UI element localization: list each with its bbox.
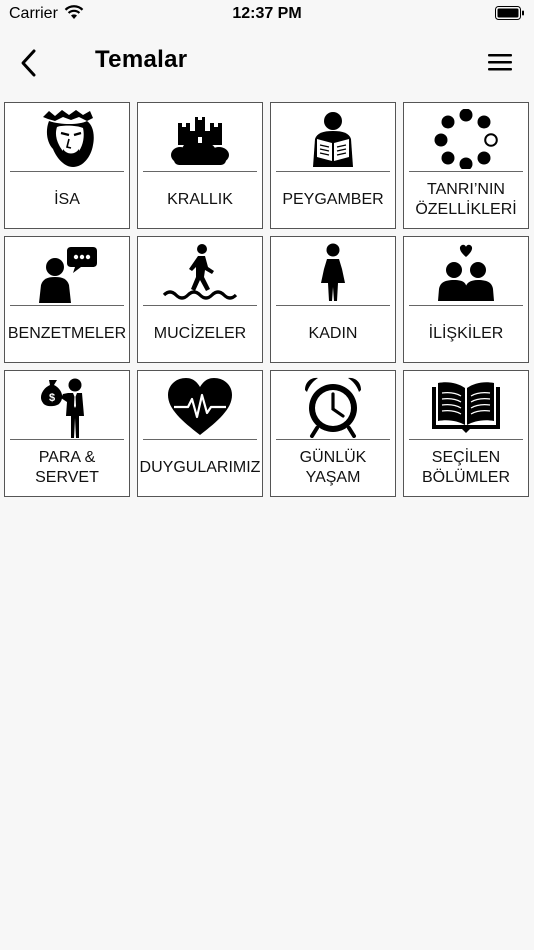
status-bar: Carrier 12:37 PM — [0, 0, 534, 28]
tile-label: DUYGULARIMIZ — [139, 459, 261, 476]
tile-para-servet[interactable]: $ PARA & SERVET — [4, 370, 130, 497]
tile-mucizeler[interactable]: MUCİZELER — [137, 236, 263, 363]
tile-kadin[interactable]: KADIN — [270, 236, 396, 363]
alarm-clock-icon — [271, 376, 395, 438]
tile-label: KADIN — [308, 325, 358, 342]
prophet-reading-icon — [271, 108, 395, 170]
tile-label: TANRI’NIN ÖZELLİKLERİ — [415, 181, 517, 218]
heartbeat-icon — [138, 376, 262, 438]
couple-heart-icon — [404, 242, 528, 304]
theme-grid: İSA KRALLIK PEYGAMBER TANRI’NIN ÖZELLİKL… — [4, 102, 531, 497]
navigation-bar: Temalar — [0, 28, 534, 98]
tile-benzetmeler[interactable]: BENZETMELER — [4, 236, 130, 363]
tile-iliskiler[interactable]: İLİŞKİLER — [403, 236, 529, 363]
tile-krallik[interactable]: KRALLIK — [137, 102, 263, 229]
castle-icon — [138, 108, 262, 170]
open-book-icon — [404, 376, 528, 438]
tile-duygularimiz[interactable]: DUYGULARIMIZ — [137, 370, 263, 497]
woman-icon — [271, 242, 395, 304]
tile-label: SEÇİLEN BÖLÜMLER — [421, 449, 511, 486]
menu-button[interactable] — [486, 50, 514, 74]
tile-label: MUCİZELER — [153, 325, 247, 342]
tile-label: PARA & SERVET — [35, 449, 99, 486]
tile-isa[interactable]: İSA — [4, 102, 130, 229]
tile-peygamber[interactable]: PEYGAMBER — [270, 102, 396, 229]
battery-icon — [495, 6, 525, 26]
tile-label: PEYGAMBER — [282, 191, 384, 208]
tile-label: BENZETMELER — [7, 325, 127, 342]
tile-tanrinin-ozellikleri[interactable]: TANRI’NIN ÖZELLİKLERİ — [403, 102, 529, 229]
tile-secilen-bolumler[interactable]: SEÇİLEN BÖLÜMLER — [403, 370, 529, 497]
tile-label: İSA — [54, 191, 80, 208]
tile-label: İLİŞKİLER — [428, 325, 504, 342]
speaking-person-icon — [5, 242, 129, 304]
chevron-left-icon — [21, 49, 36, 77]
tile-label: KRALLIK — [167, 191, 233, 208]
svg-text:$: $ — [49, 392, 55, 404]
tile-label: GÜNLÜK YAŞAM — [299, 449, 367, 486]
tile-gunluk-yasam[interactable]: GÜNLÜK YAŞAM — [270, 370, 396, 497]
page-title: Temalar — [95, 46, 188, 73]
walking-on-water-icon — [138, 242, 262, 304]
hamburger-menu-icon — [488, 54, 512, 71]
money-bag-man-icon: $ — [5, 376, 129, 438]
jesus-icon — [5, 108, 129, 170]
dots-circle-icon — [404, 108, 528, 170]
status-time: 12:37 PM — [232, 5, 302, 22]
back-button[interactable] — [14, 46, 44, 80]
